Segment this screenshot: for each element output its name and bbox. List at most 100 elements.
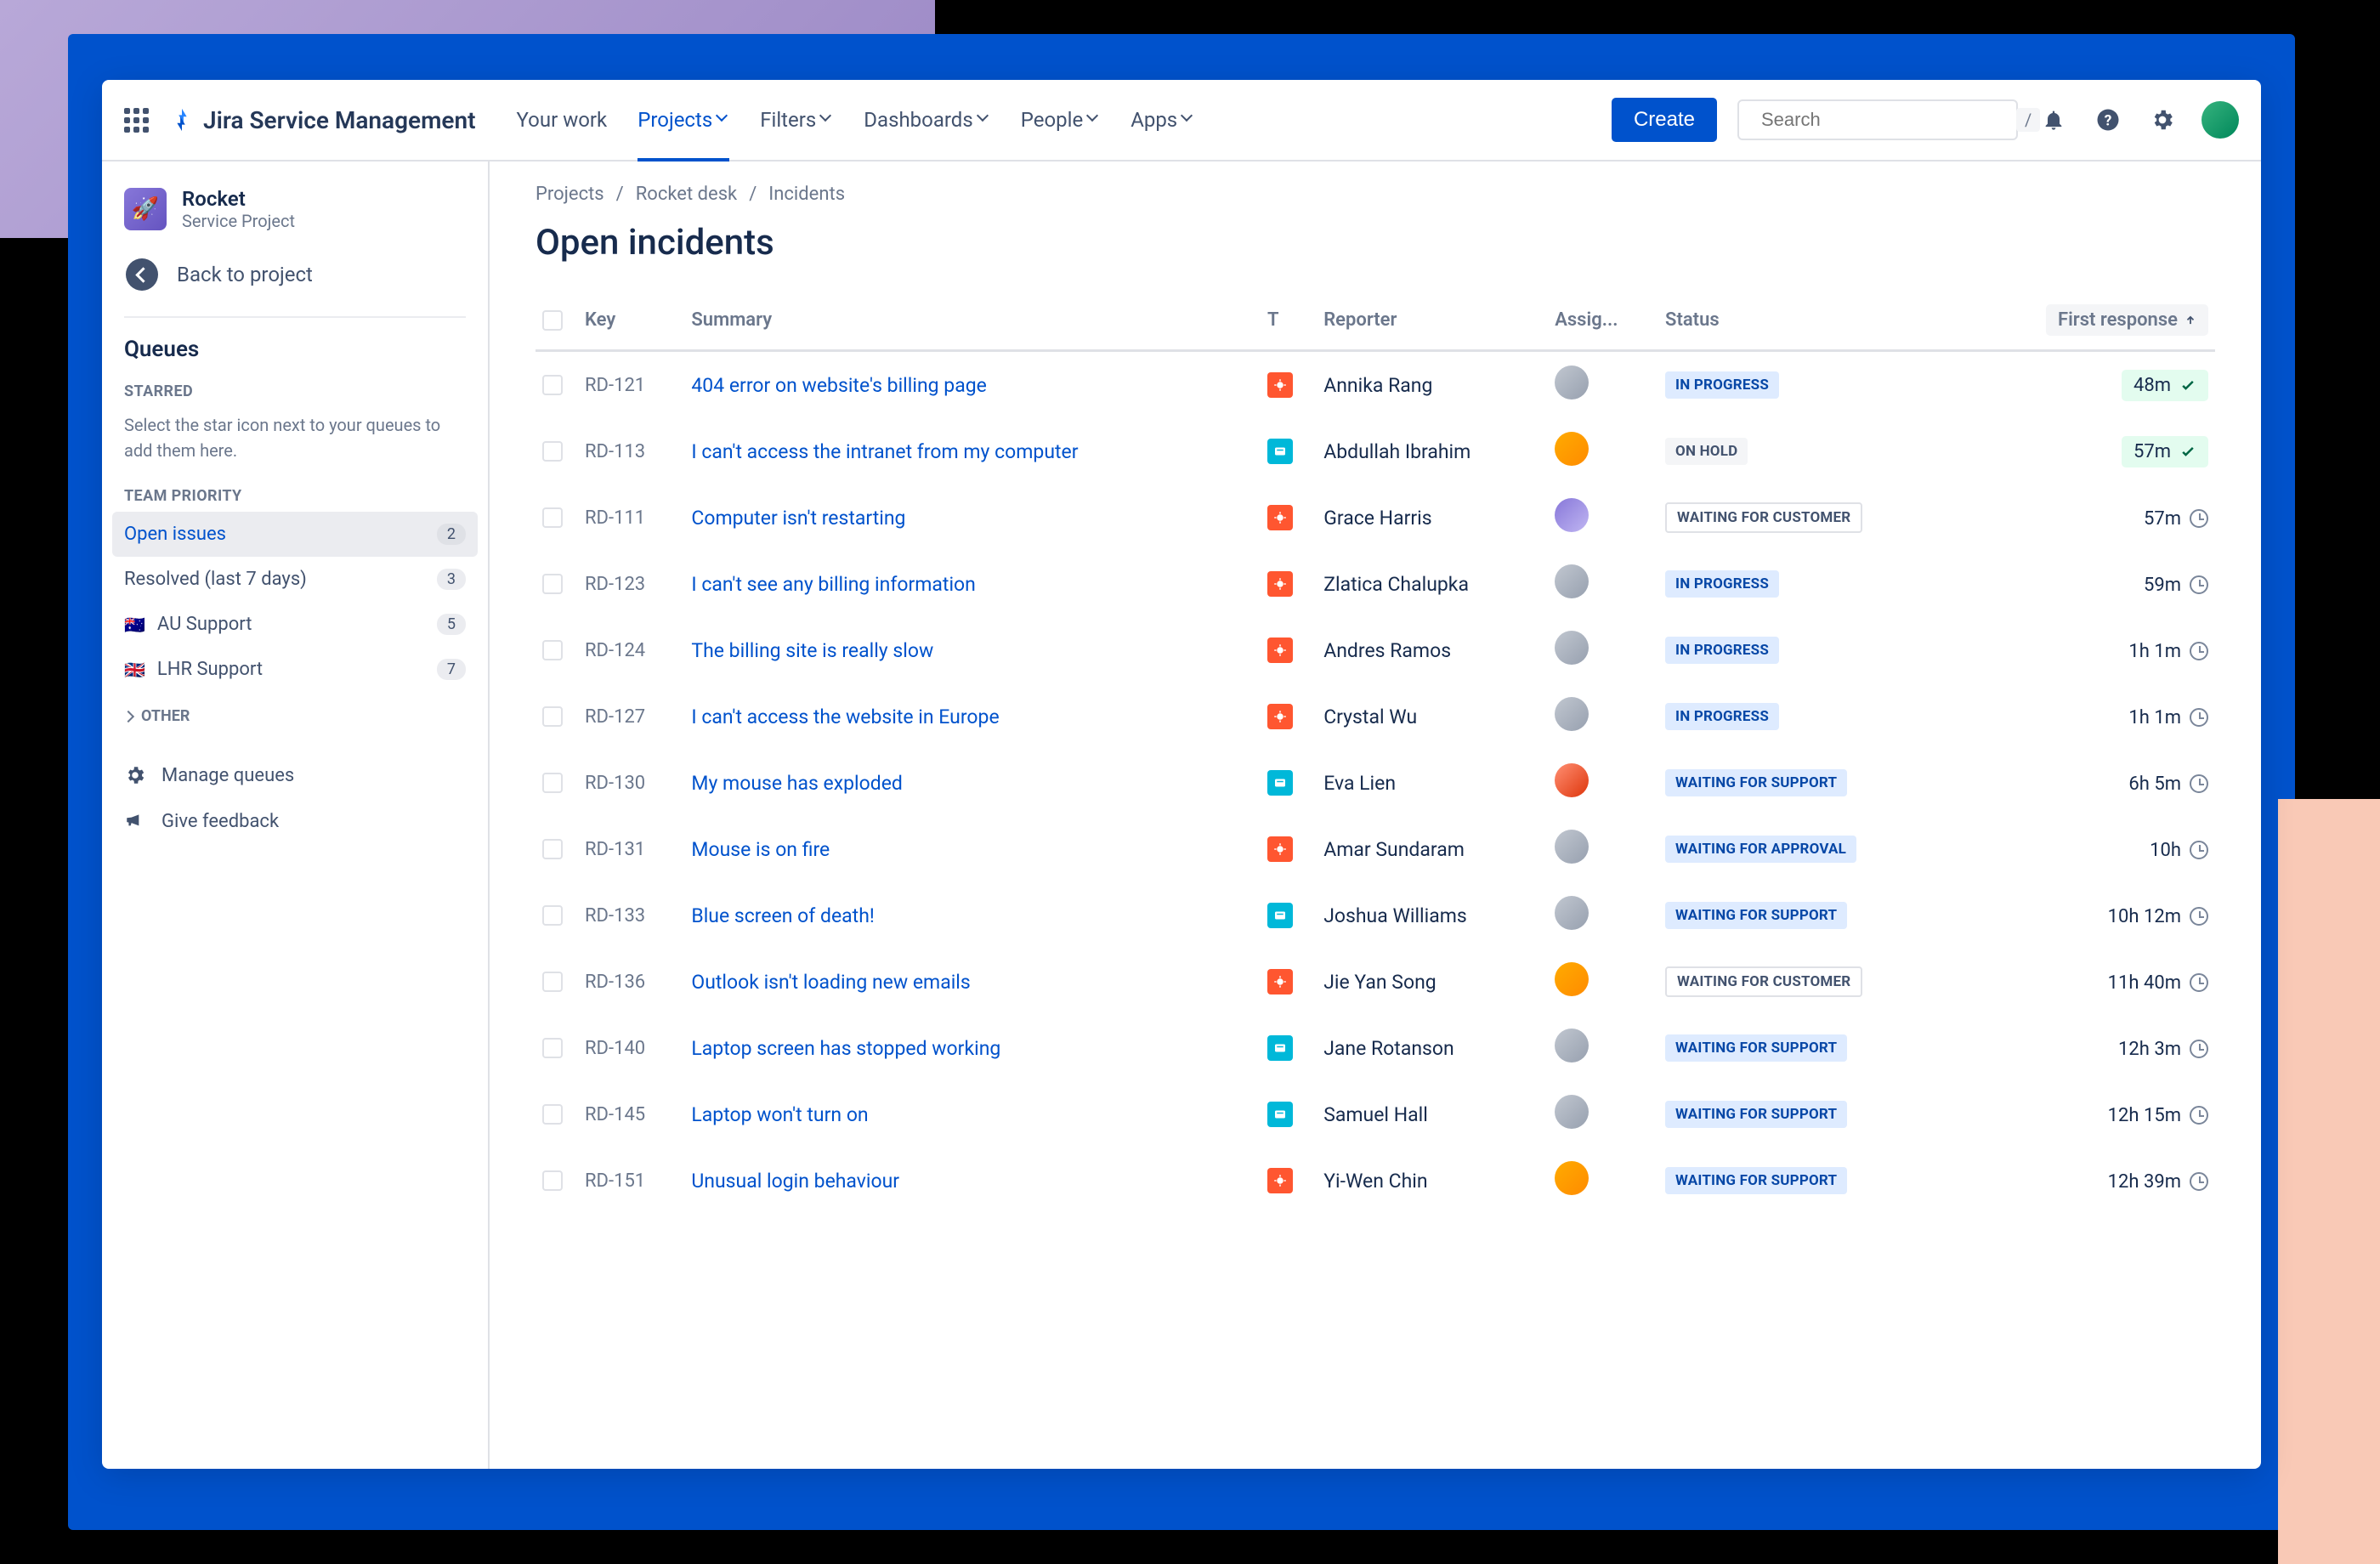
status-badge[interactable]: WAITING FOR CUSTOMER <box>1665 502 1862 533</box>
issue-key[interactable]: RD-130 <box>578 750 684 816</box>
assignee-avatar[interactable] <box>1555 631 1589 665</box>
issue-summary-link[interactable]: Mouse is on fire <box>691 838 830 861</box>
sidebar-queue-item[interactable]: Resolved (last 7 days)3 <box>102 557 488 602</box>
issue-key[interactable]: RD-127 <box>578 683 684 750</box>
issue-summary-link[interactable]: Laptop won't turn on <box>691 1103 868 1126</box>
settings-icon[interactable] <box>2147 105 2178 135</box>
row-checkbox[interactable] <box>542 574 563 594</box>
sidebar-queue-item[interactable]: Open issues2 <box>112 512 478 557</box>
issue-key[interactable]: RD-151 <box>578 1148 684 1214</box>
issue-key[interactable]: RD-140 <box>578 1015 684 1081</box>
search-field[interactable]: / <box>1737 99 2018 140</box>
col-type[interactable]: T <box>1261 292 1317 351</box>
create-button[interactable]: Create <box>1612 98 1717 142</box>
row-checkbox[interactable] <box>542 839 563 859</box>
status-badge[interactable]: IN PROGRESS <box>1665 703 1779 730</box>
crumb-rocket-desk[interactable]: Rocket desk <box>636 184 737 205</box>
issue-summary-link[interactable]: Computer isn't restarting <box>691 507 905 530</box>
issue-summary-link[interactable]: The billing site is really slow <box>691 639 933 662</box>
status-badge[interactable]: IN PROGRESS <box>1665 371 1779 399</box>
col-assignee[interactable]: Assig... <box>1548 292 1658 351</box>
col-first-response[interactable]: First response <box>1962 292 2215 351</box>
row-checkbox[interactable] <box>542 1104 563 1125</box>
issue-summary-link[interactable]: Blue screen of death! <box>691 904 874 927</box>
assignee-avatar[interactable] <box>1555 498 1589 532</box>
issue-key[interactable]: RD-123 <box>578 551 684 617</box>
assignee-avatar[interactable] <box>1555 1095 1589 1129</box>
assignee-avatar[interactable] <box>1555 366 1589 400</box>
status-badge[interactable]: IN PROGRESS <box>1665 637 1779 664</box>
manage-queues[interactable]: Manage queues <box>102 752 488 798</box>
issue-summary-link[interactable]: My mouse has exploded <box>691 772 903 795</box>
issue-summary-link[interactable]: I can't see any billing information <box>691 573 976 596</box>
other-section-toggle[interactable]: OTHER <box>102 692 488 740</box>
row-checkbox[interactable] <box>542 640 563 660</box>
sidebar-queue-item[interactable]: 🇬🇧LHR Support7 <box>102 647 488 692</box>
sidebar-queue-item[interactable]: 🇦🇺AU Support5 <box>102 602 488 647</box>
assignee-avatar[interactable] <box>1555 763 1589 797</box>
status-badge[interactable]: WAITING FOR SUPPORT <box>1665 902 1847 929</box>
status-badge[interactable]: WAITING FOR SUPPORT <box>1665 1101 1847 1128</box>
assignee-avatar[interactable] <box>1555 564 1589 598</box>
row-checkbox[interactable] <box>542 972 563 992</box>
assignee-avatar[interactable] <box>1555 830 1589 864</box>
status-badge[interactable]: WAITING FOR SUPPORT <box>1665 1167 1847 1194</box>
select-all-checkbox[interactable] <box>542 310 563 331</box>
project-header[interactable]: 🚀 Rocket Service Project <box>102 182 488 248</box>
nav-your-work[interactable]: Your work <box>517 80 608 160</box>
status-badge[interactable]: WAITING FOR APPROVAL <box>1665 836 1856 863</box>
row-checkbox[interactable] <box>542 1038 563 1058</box>
status-badge[interactable]: WAITING FOR SUPPORT <box>1665 769 1847 796</box>
status-badge[interactable]: ON HOLD <box>1665 438 1748 465</box>
status-badge[interactable]: IN PROGRESS <box>1665 570 1779 598</box>
row-checkbox[interactable] <box>542 706 563 727</box>
issue-summary-link[interactable]: 404 error on website's billing page <box>691 374 986 397</box>
assignee-avatar[interactable] <box>1555 896 1589 930</box>
issue-key[interactable]: RD-111 <box>578 484 684 551</box>
row-checkbox[interactable] <box>542 507 563 528</box>
issue-key[interactable]: RD-131 <box>578 816 684 882</box>
issue-summary-link[interactable]: Outlook isn't loading new emails <box>691 971 970 994</box>
row-checkbox[interactable] <box>542 1170 563 1191</box>
give-feedback[interactable]: Give feedback <box>102 798 488 844</box>
issue-summary-link[interactable]: I can't access the website in Europe <box>691 706 999 728</box>
col-status[interactable]: Status <box>1658 292 1962 351</box>
product-logo[interactable]: Jira Service Management <box>169 106 476 134</box>
search-input[interactable] <box>1761 109 2006 131</box>
status-badge[interactable]: WAITING FOR SUPPORT <box>1665 1034 1847 1062</box>
col-reporter[interactable]: Reporter <box>1317 292 1548 351</box>
issue-summary-link[interactable]: Laptop screen has stopped working <box>691 1037 1000 1060</box>
row-checkbox[interactable] <box>542 375 563 395</box>
row-checkbox[interactable] <box>542 773 563 793</box>
assignee-avatar[interactable] <box>1555 432 1589 466</box>
issue-summary-link[interactable]: Unusual login behaviour <box>691 1170 899 1193</box>
crumb-projects[interactable]: Projects <box>536 184 604 205</box>
row-checkbox[interactable] <box>542 905 563 926</box>
assignee-avatar[interactable] <box>1555 1161 1589 1195</box>
notifications-icon[interactable] <box>2038 105 2069 135</box>
nav-projects[interactable]: Projects <box>638 80 729 160</box>
help-icon[interactable]: ? <box>2093 105 2123 135</box>
col-summary[interactable]: Summary <box>684 292 1261 351</box>
assignee-avatar[interactable] <box>1555 962 1589 996</box>
issue-key[interactable]: RD-124 <box>578 617 684 683</box>
crumb-incidents[interactable]: Incidents <box>768 184 845 205</box>
issue-key[interactable]: RD-113 <box>578 418 684 484</box>
issue-key[interactable]: RD-136 <box>578 949 684 1015</box>
nav-apps[interactable]: Apps <box>1130 80 1194 160</box>
issue-key[interactable]: RD-121 <box>578 351 684 419</box>
status-badge[interactable]: WAITING FOR CUSTOMER <box>1665 966 1862 997</box>
issue-key[interactable]: RD-145 <box>578 1081 684 1148</box>
issue-summary-link[interactable]: I can't access the intranet from my comp… <box>691 440 1078 463</box>
back-to-project[interactable]: Back to project <box>102 248 488 311</box>
col-key[interactable]: Key <box>578 292 684 351</box>
assignee-avatar[interactable] <box>1555 1028 1589 1062</box>
issue-key[interactable]: RD-133 <box>578 882 684 949</box>
assignee-avatar[interactable] <box>1555 697 1589 731</box>
app-switcher-icon[interactable] <box>124 108 149 133</box>
nav-dashboards[interactable]: Dashboards <box>864 80 989 160</box>
nav-people[interactable]: People <box>1021 80 1100 160</box>
user-avatar[interactable] <box>2202 101 2239 139</box>
nav-filters[interactable]: Filters <box>760 80 833 160</box>
row-checkbox[interactable] <box>542 441 563 462</box>
